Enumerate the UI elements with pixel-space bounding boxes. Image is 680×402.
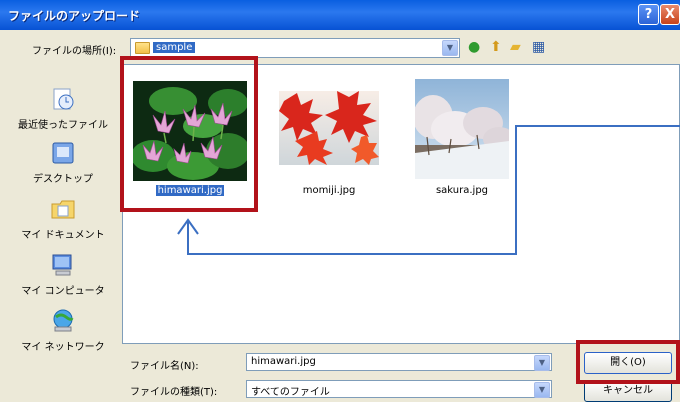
- back-icon[interactable]: ●: [468, 39, 480, 55]
- file-name[interactable]: momiji.jpg: [274, 185, 384, 196]
- place-label: 最近使ったファイル: [18, 120, 108, 131]
- view-menu-icon[interactable]: ▦: [532, 39, 545, 55]
- desktop-icon: [52, 142, 74, 164]
- up-folder-icon[interactable]: ⬆: [490, 39, 502, 55]
- place-label: マイ コンピュータ: [21, 286, 105, 297]
- filetype-label: ファイルの種類(T):: [130, 387, 218, 398]
- chevron-down-icon[interactable]: ▼: [534, 382, 550, 398]
- filename-input[interactable]: himawari.jpg ▼: [246, 353, 552, 371]
- lookin-label: ファイルの場所(I):: [32, 46, 117, 57]
- chevron-down-icon[interactable]: ▼: [442, 40, 458, 56]
- help-button[interactable]: ?: [638, 4, 659, 25]
- recent-documents-icon: [53, 88, 74, 110]
- filetype-select[interactable]: すべてのファイル ▼: [246, 380, 552, 398]
- place-documents[interactable]: マイ ドキュメント: [8, 196, 118, 241]
- file-name[interactable]: sakura.jpg: [407, 185, 517, 196]
- window-title: ファイルのアップロード: [8, 9, 141, 23]
- open-button-highlight-box: [576, 340, 680, 384]
- folder-icon: [135, 42, 150, 54]
- title-bar: ファイルのアップロード ? X: [0, 0, 680, 30]
- filename-label: ファイル名(N):: [130, 361, 199, 372]
- file-name-text: sakura.jpg: [435, 185, 489, 196]
- lookin-dropdown[interactable]: sample ▼: [130, 38, 460, 58]
- chevron-down-icon[interactable]: ▼: [534, 355, 550, 371]
- my-documents-icon: [51, 200, 75, 219]
- place-network[interactable]: マイ ネットワーク: [8, 308, 118, 353]
- my-network-icon: [53, 309, 74, 332]
- filetype-value: すべてのファイル: [251, 387, 330, 398]
- place-recent[interactable]: 最近使ったファイル: [8, 86, 118, 131]
- place-computer[interactable]: マイ コンピュータ: [8, 252, 118, 297]
- places-bar: 最近使ったファイル デスクトップ マイ ドキュメント マイ コンピュータ マイ …: [8, 64, 118, 402]
- new-folder-icon[interactable]: ▰: [510, 39, 521, 55]
- lookin-value: sample: [153, 42, 196, 53]
- place-label: マイ ネットワーク: [21, 342, 105, 353]
- file-name-text: momiji.jpg: [302, 185, 356, 196]
- maple-leaves-image: [279, 91, 379, 165]
- my-computer-icon: [52, 254, 72, 276]
- file-thumbnail[interactable]: [279, 91, 379, 165]
- filename-value: himawari.jpg: [251, 356, 316, 367]
- file-thumbnail[interactable]: [415, 79, 509, 179]
- place-desktop[interactable]: デスクトップ: [8, 140, 118, 185]
- selection-highlight-box: [120, 56, 258, 212]
- close-button[interactable]: X: [660, 4, 680, 25]
- cherry-blossom-image: [415, 79, 509, 179]
- place-label: マイ ドキュメント: [21, 230, 105, 241]
- place-label: デスクトップ: [33, 174, 93, 185]
